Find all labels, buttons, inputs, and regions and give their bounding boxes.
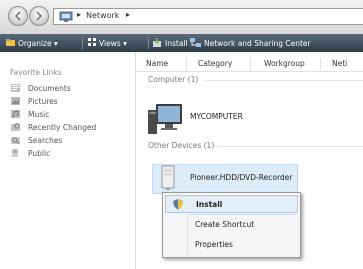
- menu-item-create-shortcut[interactable]: Create Shortcut: [165, 216, 298, 234]
- column-header-network[interactable]: Neti: [332, 59, 347, 68]
- forward-arrow-icon: [36, 11, 43, 21]
- column-divider[interactable]: [320, 58, 321, 70]
- column-header-category[interactable]: Category: [198, 59, 232, 68]
- command-toolbar: Organize ▾ Views ▾ Install Network and S…: [0, 34, 363, 52]
- context-menu: Install Create Shortcut Properties: [162, 192, 301, 258]
- sidebar-item-label: Public: [28, 148, 51, 158]
- sidebar-item-pictures[interactable]: Pictures: [10, 95, 58, 107]
- network-icon: [59, 11, 73, 22]
- network-sharing-icon: [190, 38, 201, 49]
- favorite-links-title: Favorite Links: [10, 68, 62, 77]
- menu-item-label: Create Shortcut: [195, 220, 255, 229]
- sidebar-item-documents[interactable]: Documents: [10, 82, 71, 94]
- column-header-workgroup[interactable]: Workgroup: [264, 59, 305, 68]
- sidebar-item-label: Music: [28, 109, 50, 119]
- public-icon: [12, 149, 18, 157]
- views-button[interactable]: Views ▾: [88, 38, 127, 48]
- menu-item-install[interactable]: Install: [165, 195, 298, 213]
- sidebar-item-recently-changed[interactable]: Recently Changed: [10, 121, 96, 133]
- computer-label[interactable]: MYCOMPUTER: [190, 112, 243, 121]
- group-header-other-devices[interactable]: Other Devices (1): [148, 141, 214, 150]
- column-divider[interactable]: [186, 58, 187, 70]
- group-divider: [205, 80, 363, 81]
- network-sharing-center-button[interactable]: Network and Sharing Center: [190, 38, 311, 49]
- group-header-computer[interactable]: Computer (1): [148, 75, 198, 84]
- views-icon: [88, 38, 96, 48]
- menu-separator: [189, 214, 296, 215]
- favorite-links-pane: Favorite Links Documents Pictures Music …: [0, 52, 136, 269]
- install-toolbar-button[interactable]: Install: [152, 38, 188, 49]
- install-icon: [152, 38, 162, 49]
- organize-button[interactable]: Organize ▾: [6, 38, 58, 49]
- install-toolbar-label: Install: [165, 39, 188, 48]
- organize-label: Organize ▾: [18, 39, 58, 48]
- column-headers: Name Category Workgroup Neti: [136, 57, 363, 72]
- back-arrow-icon: [14, 11, 21, 21]
- music-icon: [11, 110, 20, 118]
- install-shield-icon: [173, 199, 183, 210]
- device-label[interactable]: Pioneer.HDD/DVD-Recorder: [190, 173, 292, 182]
- forward-button[interactable]: [29, 6, 49, 26]
- searches-icon: [11, 137, 20, 144]
- device-icon[interactable]: [157, 164, 179, 192]
- sidebar-item-label: Searches: [28, 135, 63, 145]
- sidebar-item-public[interactable]: Public: [10, 147, 50, 159]
- documents-icon: [11, 84, 20, 92]
- organize-icon: [6, 38, 15, 49]
- views-label: Views ▾: [99, 38, 127, 48]
- toolbar-divider: [82, 37, 83, 49]
- recently-changed-icon: [11, 123, 20, 131]
- sidebar-item-searches[interactable]: Searches: [10, 134, 62, 146]
- menu-item-label: Properties: [195, 240, 233, 249]
- sidebar-item-label: Documents: [28, 83, 71, 93]
- toolbar-divider: [148, 37, 149, 49]
- address-bar[interactable]: ▸ Network ▸: [53, 8, 363, 25]
- network-sharing-label: Network and Sharing Center: [204, 39, 311, 48]
- breadcrumb-separator[interactable]: ▸: [126, 10, 130, 19]
- menu-item-properties[interactable]: Properties: [165, 236, 298, 254]
- back-button[interactable]: [8, 6, 28, 26]
- computer-icon[interactable]: [146, 102, 184, 136]
- sidebar-item-label: Pictures: [28, 96, 58, 106]
- address-area: ▸ Network ▸: [0, 0, 363, 34]
- pictures-icon: [11, 97, 20, 105]
- breadcrumb-separator: ▸: [77, 10, 82, 19]
- column-divider[interactable]: [250, 58, 251, 70]
- group-divider: [218, 146, 363, 147]
- sidebar-item-music[interactable]: Music: [10, 108, 49, 120]
- sidebar-item-label: Recently Changed: [28, 122, 97, 132]
- breadcrumb-network[interactable]: Network: [86, 11, 119, 20]
- menu-item-label: Install: [196, 200, 223, 209]
- column-header-name[interactable]: Name: [146, 59, 168, 68]
